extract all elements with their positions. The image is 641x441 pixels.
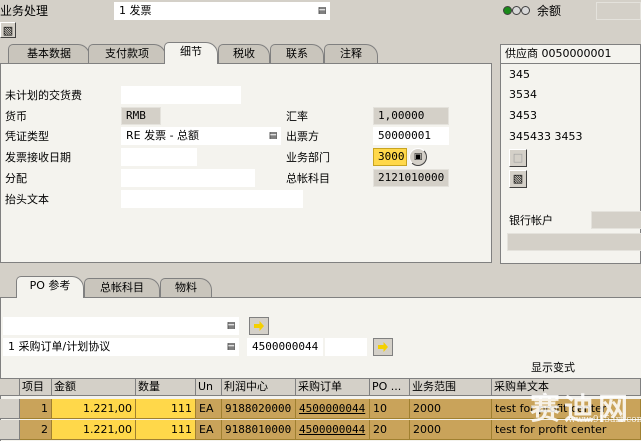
doctype-label: 凭证类型 (5, 130, 49, 143)
vendor-line: 3453 (509, 109, 537, 122)
cell-quantity[interactable]: 111 (136, 399, 196, 419)
grid-header-amount[interactable]: 金额 (52, 379, 136, 396)
transaction-value: 1 发票 (119, 4, 152, 17)
gl-account-label: 总帐科目 (286, 172, 330, 185)
invoicing-party-field[interactable]: 50000001 (373, 127, 449, 145)
cell-unit: EA (196, 420, 222, 440)
cell-business-area: 2000 (410, 420, 492, 440)
display-variant-label: 显示变式 (531, 361, 575, 374)
grid-header-item[interactable]: 项目 (20, 379, 52, 396)
grid-header-quantity[interactable]: 数量 (136, 379, 196, 396)
cell-item: 2 (20, 420, 52, 440)
tab-contact[interactable]: 联系 (270, 44, 324, 64)
vendor-panel: 供应商 0050000001 345 3534 3453 345433 3453… (500, 44, 641, 264)
tab-tax[interactable]: 税收 (218, 44, 270, 64)
vendor-disabled-icon[interactable]: □ (509, 149, 527, 167)
status-lights (503, 6, 531, 16)
dropdown-icon[interactable]: ▤ (225, 340, 237, 354)
apply-po-arrow-button[interactable] (373, 338, 393, 356)
apply-arrow-button[interactable] (249, 317, 269, 335)
grid-header-unit[interactable]: Un (196, 379, 222, 396)
bank-account-detail-field (507, 233, 641, 251)
tab-material[interactable]: 物料 (160, 278, 212, 298)
vendor-title: 供应商 0050000001 (505, 47, 612, 60)
cell-po-item: 20 (370, 420, 410, 440)
vendor-line: 345433 3453 (509, 130, 583, 143)
header-text-field[interactable] (121, 190, 303, 208)
vendor-title-underline (501, 63, 641, 64)
receipt-date-label: 发票接收日期 (5, 151, 71, 164)
tab-po-reference[interactable]: PO 参考 (16, 276, 84, 298)
grid-header-po[interactable]: 采购订单 (296, 379, 370, 396)
grey-light-icon (512, 6, 521, 15)
cell-po-item: 10 (370, 399, 410, 419)
ref-type-field[interactable]: 1 采购订单/计划协议 ▤ (3, 338, 239, 356)
ref-extra-field[interactable]: ▤ (3, 317, 239, 335)
tab-gl-account[interactable]: 总帐科目 (84, 278, 160, 298)
grid-header-business-area[interactable]: 业务范围 (410, 379, 492, 396)
tab-basic-data[interactable]: 基本数据 (8, 44, 90, 64)
cell-po-link[interactable]: 4500000044 (296, 399, 370, 419)
doctype-field[interactable]: RE 发票 - 总额 ▤ (121, 127, 281, 145)
balance-field (596, 2, 641, 20)
gl-account-field: 2121010000 (373, 169, 449, 187)
allocation-label: 分配 (5, 172, 27, 185)
row-selector[interactable] (0, 420, 20, 440)
invoicing-party-label: 出票方 (286, 130, 319, 143)
vendor-detail-icon[interactable]: ▧ (509, 170, 527, 188)
balance-label: 余额 (537, 4, 562, 18)
row-selector[interactable] (0, 399, 20, 419)
cell-item: 1 (20, 399, 52, 419)
po-number-field[interactable]: 4500000044 (247, 338, 323, 356)
cell-po-link[interactable]: 4500000044 (296, 420, 370, 440)
dropdown-icon[interactable]: ▤ (316, 4, 328, 18)
dropdown-icon[interactable]: ▤ (225, 319, 237, 333)
detail-panel: 未计划的交货费 货币 RMB 汇率 1,00000 凭证类型 RE 发票 - 总… (0, 63, 492, 263)
transaction-field[interactable]: 1 发票 ▤ (114, 2, 330, 20)
header-text-label: 抬头文本 (5, 193, 49, 206)
po-item-field[interactable] (325, 338, 367, 356)
cell-amount[interactable]: 1.221,00 (52, 420, 136, 440)
tab-notes[interactable]: 注释 (324, 44, 378, 64)
cell-quantity[interactable]: 111 (136, 420, 196, 440)
unplanned-label: 未计划的交货费 (5, 89, 82, 102)
doctype-value: RE 发票 - 总额 (126, 129, 200, 142)
currency-label: 货币 (5, 110, 27, 123)
allocation-field[interactable] (121, 169, 255, 187)
exchange-rate-field: 1,00000 (373, 107, 449, 125)
grey-light-icon (521, 6, 530, 15)
ref-type-value: 1 采购订单/计划协议 (8, 340, 111, 353)
business-area-label: 业务部门 (286, 151, 330, 164)
cell-profit-center: 9188020000 (222, 399, 296, 419)
green-light-icon (503, 6, 512, 15)
grid-select-all[interactable] (0, 379, 20, 396)
bank-account-label: 银行帐户 (509, 214, 553, 227)
vendor-line: 345 (509, 68, 530, 81)
cell-unit: EA (196, 399, 222, 419)
grid-header-profit-center[interactable]: 利润中心 (222, 379, 296, 396)
receipt-date-field[interactable] (121, 148, 197, 166)
tab-details[interactable]: 细节 (164, 42, 218, 64)
cell-business-area: 2000 (410, 399, 492, 419)
grid-header-po-item[interactable]: PO ... (370, 379, 410, 396)
bank-account-field (591, 211, 641, 229)
screen-title: 业务处理 (0, 4, 49, 18)
exchange-rate-label: 汇率 (286, 110, 308, 123)
vendor-line: 3534 (509, 88, 537, 101)
unplanned-field[interactable] (121, 86, 241, 104)
tab-payment[interactable]: 支付款项 (88, 44, 166, 64)
search-help-icon[interactable]: ▣ (409, 148, 427, 166)
dropdown-icon[interactable]: ▤ (267, 129, 279, 143)
toggle-layout-icon[interactable]: ▧ (0, 22, 16, 38)
business-area-field[interactable]: 3000 (373, 148, 407, 166)
currency-field: RMB (121, 107, 161, 125)
watermark-url: www.915art.com (568, 415, 641, 425)
cell-amount[interactable]: 1.221,00 (52, 399, 136, 419)
cell-profit-center: 9188010000 (222, 420, 296, 440)
